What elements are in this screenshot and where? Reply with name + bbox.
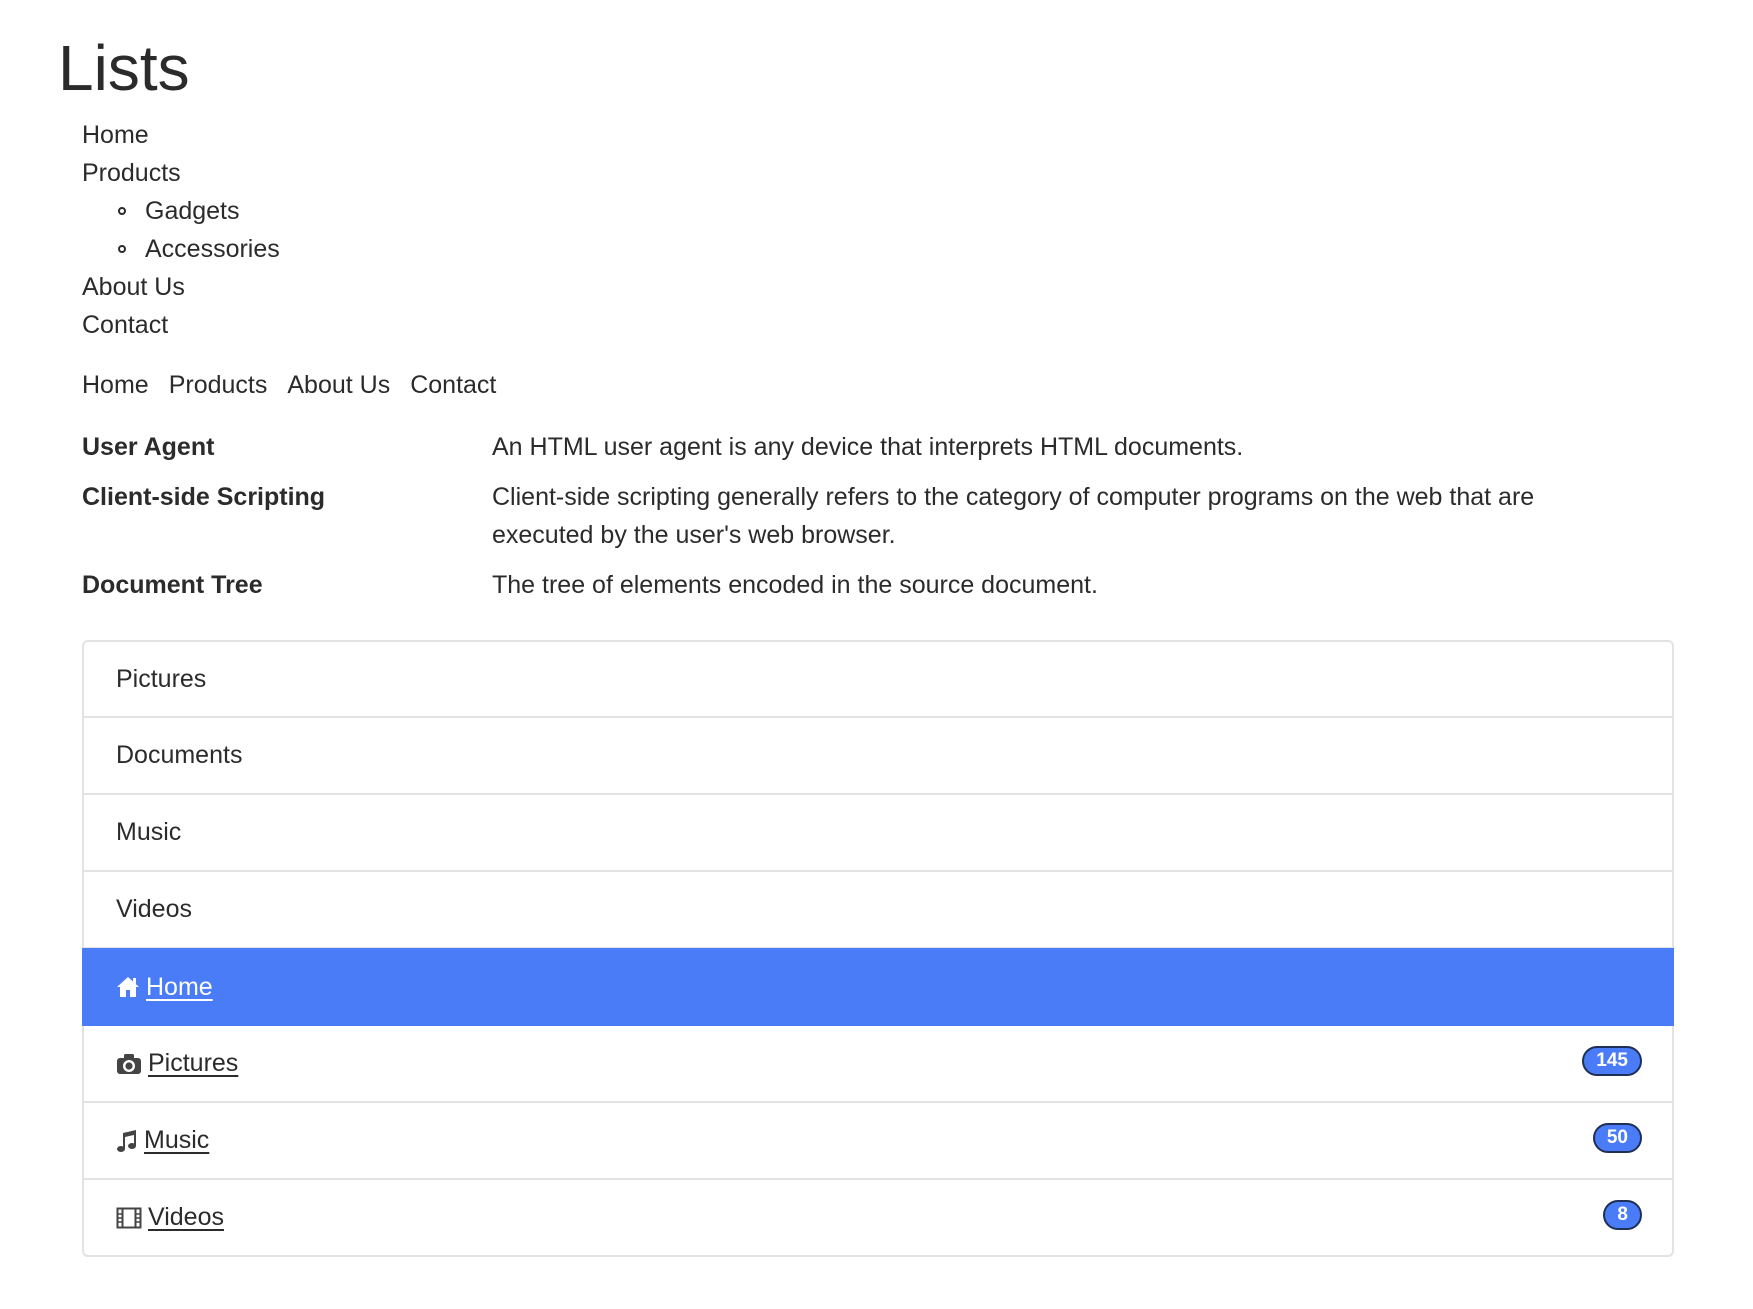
nav-item-home[interactable]: Home [82,116,280,154]
list-group-item-documents[interactable]: Documents [82,718,1674,795]
list-group-item-pictures[interactable]: Pictures [82,640,1674,718]
sub-item-gadgets[interactable]: Gadgets [118,192,280,230]
count-badge: 8 [1603,1199,1642,1230]
nav-item-products[interactable]: Products Gadgets Accessories [82,154,280,268]
nav-item-label[interactable]: Products [82,159,181,187]
nav-item-contact[interactable]: Contact [82,306,280,344]
link-list-item-pictures[interactable]: Pictures 145 [82,1026,1674,1103]
count-badge: 145 [1582,1045,1642,1076]
page-title: Lists [58,32,190,104]
bullet-icon [118,245,126,253]
definition-term: Document Tree [82,571,263,599]
link-label[interactable]: Music [144,1103,209,1178]
camera-icon [116,1053,142,1075]
count-badge: 50 [1592,1122,1642,1153]
home-icon [116,976,140,998]
sub-item-label[interactable]: Accessories [145,235,280,263]
inline-nav-about-us[interactable]: About Us [287,366,390,404]
definition-row: User Agent An HTML user agent is any dev… [82,428,1682,466]
products-sub-list: Gadgets Accessories [82,192,280,268]
inline-nav-home[interactable]: Home [82,366,149,404]
home-link[interactable]: Home [116,950,213,1025]
inline-nav: Home Products About Us Contact [82,366,496,404]
sub-item-label[interactable]: Gadgets [145,197,240,225]
definition-description: Client-side scripting generally refers t… [492,483,1535,549]
vertical-nav-list: Home Products Gadgets Accessories About … [82,116,280,344]
definition-row: Client-side Scripting Client-side script… [82,478,1682,554]
link-label[interactable]: Home [146,950,213,1025]
link-list-item-home[interactable]: Home [82,948,1674,1026]
definition-description: The tree of elements encoded in the sour… [492,571,1098,599]
link-list-item-videos[interactable]: Videos 8 [82,1180,1674,1257]
videos-link[interactable]: Videos [116,1180,224,1255]
film-icon [116,1207,142,1229]
list-group-item-videos[interactable]: Videos [82,872,1674,949]
link-list-item-music[interactable]: Music 50 [82,1103,1674,1180]
definition-list: User Agent An HTML user agent is any dev… [82,428,1682,616]
bullet-icon [118,207,126,215]
inline-nav-products[interactable]: Products [169,366,268,404]
link-label[interactable]: Pictures [148,1026,238,1101]
list-group: Pictures Documents Music Videos [82,640,1674,949]
music-icon [116,1129,138,1153]
link-list-group: Home Pictures 145 Music 50 Videos 8 [82,948,1674,1257]
definition-row: Document Tree The tree of elements encod… [82,566,1682,604]
inline-nav-contact[interactable]: Contact [410,366,496,404]
definition-term: User Agent [82,433,215,461]
list-group-item-music[interactable]: Music [82,795,1674,872]
page: Lists Home Products Gadgets Accessories … [0,0,1753,1309]
definition-term: Client-side Scripting [82,483,326,511]
pictures-link[interactable]: Pictures [116,1026,238,1101]
link-label[interactable]: Videos [148,1180,224,1255]
nav-item-about-us[interactable]: About Us [82,268,280,306]
music-link[interactable]: Music [116,1103,209,1178]
definition-description: An HTML user agent is any device that in… [492,433,1244,461]
sub-item-accessories[interactable]: Accessories [118,230,280,268]
